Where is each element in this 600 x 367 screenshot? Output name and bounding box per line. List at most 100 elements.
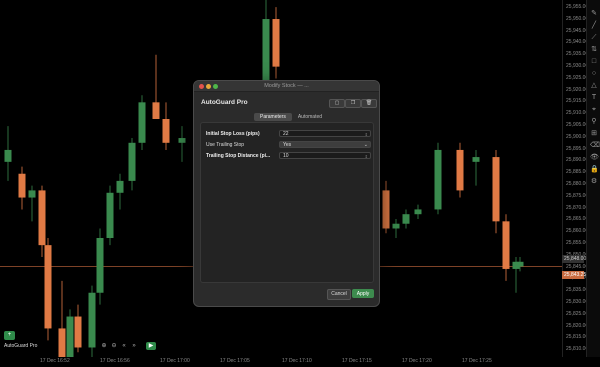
candle[interactable] [178,126,186,162]
price-tick-label: 25,820.00 [566,322,589,329]
copy-icon[interactable]: ❐ [345,99,361,108]
rect-icon[interactable]: □ [590,58,598,66]
candle[interactable] [492,149,500,234]
candle[interactable] [402,209,410,229]
fib-icon[interactable]: ⇅ [590,46,598,54]
price-tick-label: 25,915.00 [566,98,589,105]
candle[interactable] [382,180,390,234]
circle-icon[interactable]: ○ [590,70,598,78]
candle[interactable] [502,214,510,281]
price-tick-label: 25,935.00 [566,51,589,58]
time-tick-label: 17 Dec 16:56 [100,358,130,364]
candle[interactable] [152,54,160,119]
price-tick-label: 25,830.00 [566,299,589,305]
price-tick-label: 25,940.00 [566,39,589,46]
candle[interactable] [128,138,136,191]
candle-body [382,190,390,229]
time-tick-label: 17 Dec 17:20 [402,358,432,364]
time-tick-label: 17 Dec 17:05 [220,358,250,364]
candle-body [178,138,186,143]
line-icon[interactable]: ╱ [590,22,598,30]
price-tick-label: 25,905.00 [566,122,589,128]
price-tick-label: 25,950.00 [566,15,589,22]
price-tick-label: 25,955.00 [566,4,589,10]
eye-icon[interactable]: 👁 [590,154,599,162]
candle[interactable] [96,228,104,305]
candle[interactable] [138,95,146,150]
price-tick-label: 25,835.00 [566,287,589,294]
forward-icon[interactable]: » [130,342,138,350]
price-tick-label: 25,810.00 [566,346,589,353]
cancel-button[interactable]: Cancel [327,289,351,300]
candle[interactable] [272,7,280,79]
candle[interactable] [392,218,400,238]
candle-body [152,102,160,119]
crosshair-icon[interactable]: ⌖ [590,106,598,114]
candle[interactable] [116,173,124,210]
initial-stop-loss-input[interactable]: 22 ⇕ [279,130,371,137]
bottom-toolbar: AutoGuard Pro ⊕ ⊖ « » ▶ [0,340,200,352]
price-tick-label: 25,900.00 [566,133,589,140]
candle-body [96,238,104,293]
time-tick-label: 17 Dec 17:00 [160,358,190,364]
use-trailing-stop-select[interactable]: Yes ⌄ [279,141,371,148]
param-label: Trailing Stop Distance (pi... [206,153,271,159]
price-tick-label: 25,910.00 [566,110,589,117]
tab-automated[interactable]: Automated [292,113,328,121]
eraser-icon[interactable]: ⌫ [590,142,600,150]
magnet-icon[interactable]: ⚲ [590,118,598,126]
param-row: Use Trailing Stop Yes ⌄ [206,141,371,149]
candle-body [434,149,442,210]
candle[interactable] [162,102,170,150]
grid-icon[interactable]: ⊞ [590,130,598,138]
trailing-stop-distance-input[interactable]: 10 ⇕ [279,152,371,159]
ray-icon[interactable]: ⟋ [590,34,598,42]
candle[interactable] [516,257,524,272]
candle[interactable] [28,185,36,222]
candle[interactable] [414,204,422,219]
candle[interactable] [106,185,114,246]
candle-body [472,157,480,162]
candle[interactable] [4,126,12,181]
stepper-icon[interactable]: ⇕ [365,131,368,138]
text-icon[interactable]: T [590,94,598,102]
price-tick-label: 25,895.00 [566,145,589,152]
rewind-icon[interactable]: « [120,342,128,350]
apply-button[interactable]: Apply [352,289,374,298]
add-button[interactable]: + [4,331,15,340]
candle[interactable] [44,238,52,341]
candle-body [116,180,124,193]
candle-body [4,149,12,162]
zoom-in-icon[interactable]: ⊕ [100,342,108,350]
zoom-out-icon[interactable]: ⊖ [110,342,118,350]
price-tick-label: 25,855.00 [566,240,589,246]
parameters-panel: Initial Stop Loss (pips) 22 ⇕ Use Trailin… [200,122,374,283]
candle-body [502,221,510,269]
tab-parameters[interactable]: Parameters [254,113,292,121]
time-tick-label: 17 Dec 16:52 [40,358,70,364]
triangle-icon[interactable]: △ [590,82,598,90]
dialog-tabs: Parameters Automated [254,113,328,121]
price-tick-label: 25,885.00 [566,169,589,176]
candle[interactable] [38,185,46,258]
candle-body [492,157,500,222]
candle-body [38,190,46,246]
price-tick-label: 25,930.00 [566,63,589,69]
lock-icon[interactable]: 🔒 [590,166,599,174]
candle[interactable] [472,149,480,186]
gear-icon[interactable]: ⚙ [590,178,598,186]
candle[interactable] [18,166,26,210]
price-tick-label: 25,880.00 [566,181,589,187]
price-tick-label: 25,865.00 [566,216,589,223]
save-icon[interactable]: ▢ [329,99,345,108]
candle-body [414,209,422,215]
trash-icon[interactable]: 🗑 [361,99,377,108]
candle[interactable] [456,142,464,198]
candle[interactable] [434,142,442,215]
candle-body [162,119,170,143]
stepper-icon[interactable]: ⇕ [365,153,368,160]
price-axis: 25,955.00 25,950.00 25,945.00 25,940.00 25,9… [562,0,589,357]
play-button[interactable]: ▶ [146,342,156,350]
price-tick-label: 25,815.00 [566,334,589,341]
pencil-icon[interactable]: ✎ [590,10,598,18]
